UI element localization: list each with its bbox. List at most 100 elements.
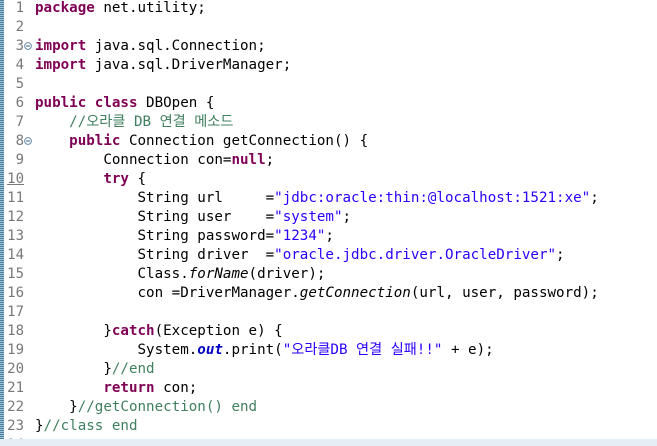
line-number: 22	[7, 399, 24, 415]
code-token: String user =	[35, 209, 275, 225]
line-number: 4	[15, 57, 24, 73]
code-token: import	[35, 57, 87, 73]
code-token: }	[35, 418, 44, 434]
code-text[interactable]: package net.utility;	[35, 0, 206, 18]
code-token: "oracle.jdbc.driver.OracleDriver"	[274, 247, 557, 263]
line-number: 14	[7, 247, 24, 263]
code-token: .print(	[222, 342, 283, 358]
code-token: java.sql.DriverManager;	[86, 57, 292, 73]
code-token: (url, user, password);	[410, 285, 599, 301]
line-number: 13	[7, 228, 24, 244]
code-token: {	[128, 171, 147, 187]
code-text[interactable]: return con;	[35, 379, 197, 398]
code-line[interactable]: 10 try {	[0, 170, 657, 189]
code-text[interactable]: try {	[35, 170, 146, 189]
code-token: package	[35, 0, 95, 16]
code-text[interactable]: import java.sql.DriverManager;	[35, 56, 291, 75]
code-text[interactable]: }//getConnection() end	[35, 398, 257, 417]
code-text[interactable]: import java.sql.Connection;	[35, 37, 266, 56]
editor-bottom-edge	[0, 439, 657, 446]
line-number: 23	[7, 418, 24, 434]
code-token: //end	[111, 361, 155, 377]
code-text[interactable]: }catch(Exception e) {	[35, 322, 283, 341]
code-line[interactable]: 22 }//getConnection() end	[0, 398, 657, 417]
code-token: String driver =	[35, 247, 275, 263]
code-text[interactable]: String password="1234";	[35, 227, 334, 246]
code-token: DBOpen {	[137, 95, 215, 111]
collapse-minus-icon[interactable]	[24, 137, 32, 145]
code-token: }	[35, 361, 112, 377]
code-token: out	[197, 342, 223, 358]
code-token: import	[35, 38, 87, 54]
code-text[interactable]: public class DBOpen {	[35, 94, 214, 113]
line-number: 21	[7, 380, 24, 396]
code-token: //오라클 DB 연결 메소드	[69, 114, 234, 130]
code-token: "jdbc:oracle:thin:@localhost:1521:xe"	[274, 190, 591, 206]
code-token: getConnection	[299, 285, 411, 301]
code-text[interactable]: String driver ="oracle.jdbc.driver.Oracl…	[35, 246, 564, 265]
code-text[interactable]: }//end	[35, 360, 155, 379]
code-line[interactable]: 5	[0, 75, 657, 94]
code-line[interactable]: 9 Connection con=null;	[0, 151, 657, 170]
code-line[interactable]: 3 import java.sql.Connection;	[0, 37, 657, 56]
code-line[interactable]: 13 String password="1234";	[0, 227, 657, 246]
code-text[interactable]: String url ="jdbc:oracle:thin:@localhost…	[35, 189, 599, 208]
code-token: catch	[111, 323, 155, 339]
line-number: 18	[7, 323, 24, 339]
code-text[interactable]: }//class end	[35, 417, 138, 436]
code-line[interactable]: 17	[0, 303, 657, 322]
code-token: con =DriverManager.	[35, 285, 300, 301]
code-text[interactable]: System.out.print("오라클DB 연결 실패!!" + e);	[35, 341, 493, 360]
code-line[interactable]: 4 import java.sql.DriverManager;	[0, 56, 657, 75]
code-token: System.	[35, 342, 198, 358]
code-line[interactable]: 1 package net.utility;	[0, 0, 657, 18]
code-line[interactable]: 19 System.out.print("오라클DB 연결 실패!!" + e)…	[0, 341, 657, 360]
code-token: ;	[590, 190, 599, 206]
code-text[interactable]: Connection con=null;	[35, 151, 274, 170]
code-text[interactable]: con =DriverManager.getConnection(url, us…	[35, 284, 599, 303]
code-line[interactable]: 23 }//class end	[0, 417, 657, 436]
code-token: ;	[325, 228, 334, 244]
code-line[interactable]: 6 public class DBOpen {	[0, 94, 657, 113]
code-line[interactable]: 7 //오라클 DB 연결 메소드	[0, 113, 657, 132]
line-number: 19	[7, 342, 24, 358]
line-number: 20	[7, 361, 24, 377]
line-number: 17	[7, 304, 24, 320]
code-line[interactable]: 8 public Connection getConnection() {	[0, 132, 657, 151]
code-token: }	[35, 323, 112, 339]
code-text[interactable]: String user ="system";	[35, 208, 351, 227]
code-line[interactable]: 21 return con;	[0, 379, 657, 398]
code-token: class	[94, 95, 138, 111]
code-text[interactable]: //오라클 DB 연결 메소드	[35, 113, 233, 132]
line-number: 3	[15, 38, 24, 54]
code-token: (driver);	[248, 266, 326, 282]
code-token: java.sql.Connection;	[86, 38, 266, 54]
collapse-minus-icon[interactable]	[24, 42, 32, 50]
code-token: Connection con=	[35, 152, 232, 168]
line-number: 11	[7, 190, 24, 206]
code-token: ;	[265, 152, 275, 168]
code-editor[interactable]: 1 package net.utility; 2 3 import java.sql.C…	[0, 0, 657, 446]
line-number: 15	[7, 266, 24, 282]
code-token: con;	[154, 380, 198, 396]
line-number: 12	[7, 209, 24, 225]
code-line[interactable]: 11 String url ="jdbc:oracle:thin:@localh…	[0, 189, 657, 208]
code-token: net.utility;	[94, 0, 206, 16]
code-text[interactable]: public Connection getConnection() {	[35, 132, 368, 151]
code-line[interactable]: 2	[0, 18, 657, 37]
code-line[interactable]: 20 }//end	[0, 360, 657, 379]
code-line[interactable]: 18 }catch(Exception e) {	[0, 322, 657, 341]
code-token: Connection getConnection() {	[120, 133, 369, 149]
code-token: null	[231, 152, 266, 168]
code-line[interactable]: 12 String user ="system";	[0, 208, 657, 227]
line-number: 7	[15, 114, 24, 130]
code-token: (Exception e) {	[154, 323, 283, 339]
code-text[interactable]: Class.forName(driver);	[35, 265, 325, 284]
code-token: "1234"	[274, 228, 326, 244]
code-line[interactable]: 14 String driver ="oracle.jdbc.driver.Or…	[0, 246, 657, 265]
code-line[interactable]: 15 Class.forName(driver);	[0, 265, 657, 284]
line-number: 5	[15, 76, 24, 92]
code-line[interactable]: 16 con =DriverManager.getConnection(url,…	[0, 284, 657, 303]
